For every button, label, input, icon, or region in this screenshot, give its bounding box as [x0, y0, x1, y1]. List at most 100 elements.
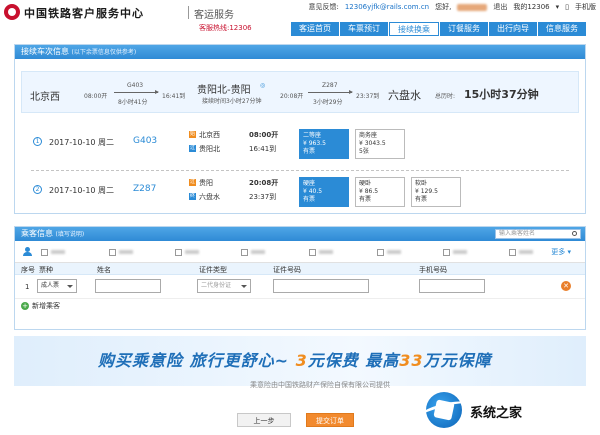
passenger-checkbox[interactable]: [443, 249, 450, 256]
phone-input[interactable]: [419, 279, 485, 293]
passenger-checkbox[interactable]: [41, 249, 48, 256]
passenger-checkbox[interactable]: [509, 249, 516, 256]
seat-name: 硬卧: [359, 180, 372, 187]
watermark-logo-icon: [426, 392, 462, 428]
row1-date: 2017-10-10 周二: [49, 138, 115, 147]
seat-avail: 5张: [359, 148, 369, 155]
site-header: 中国铁路客户服务中心 客运服务 意见反馈: 12306yjfk@rails.co…: [0, 0, 600, 22]
col-name: 姓名: [97, 266, 111, 274]
nav-meal[interactable]: 订餐服务: [440, 22, 488, 36]
col-id-type: 证件类型: [199, 266, 227, 274]
watermark-text: 系统之家: [470, 406, 523, 421]
nav-booking[interactable]: 车票预订: [340, 22, 388, 36]
passenger-checkbox[interactable]: [175, 249, 182, 256]
nav-transfer[interactable]: 接续换乘: [389, 22, 439, 36]
id-type-select[interactable]: 二代身份证: [197, 279, 251, 293]
row2-date: 2017-10-10 周二: [49, 186, 115, 195]
end-station-icon: 终: [189, 193, 196, 200]
passenger-panel-header: 乘客信息 (填写说明) 输入乘客姓名: [15, 227, 585, 241]
passenger-name-blurred: [319, 250, 333, 254]
passenger-name-blurred: [387, 250, 401, 254]
seat-price: ¥ 40.5: [303, 188, 323, 195]
remove-passenger-icon[interactable]: ✕: [561, 281, 571, 291]
seat-option-soft-sleeper[interactable]: 软卧 ¥ 129.5 有票: [411, 177, 461, 207]
table-row: 1 成人票 二代身份证 ✕: [15, 275, 585, 299]
nav-info[interactable]: 信息服务: [538, 22, 586, 36]
previous-step-button[interactable]: 上一步: [237, 413, 291, 427]
hotline: 客服热线:12306: [199, 24, 252, 32]
summary-train1: G403: [127, 82, 144, 89]
main-nav: 客运首页 车票预订 接续换乘 订餐服务 出行向导 信息服务: [290, 22, 586, 36]
row2-to-station: 六盘水: [199, 193, 220, 201]
user-icon: [23, 247, 32, 256]
seat-price: ¥ 963.5: [303, 140, 326, 147]
transfer-title: 接续车次信息: [21, 47, 69, 56]
passenger-panel: 乘客信息 (填写说明) 输入乘客姓名 更多 ▾ 序号 票种 姓名 证件类型 证件…: [14, 226, 586, 330]
nav-guide[interactable]: 出行向导: [489, 22, 537, 36]
summary-total: 15小时37分钟: [464, 88, 539, 101]
passenger-hint-link[interactable]: (填写说明): [56, 231, 85, 238]
id-number-input[interactable]: [273, 279, 369, 293]
more-passengers-link[interactable]: 更多 ▾: [551, 247, 571, 257]
title-divider: [188, 6, 189, 19]
nav-home[interactable]: 客运首页: [291, 22, 339, 36]
passenger-title: 乘客信息: [21, 229, 53, 238]
start-station-icon: 过: [189, 179, 196, 186]
passenger-table: 序号 票种 姓名 证件类型 证件号码 手机号码 1 成人票 二代身份证 ✕ + …: [15, 263, 585, 313]
seat-name: 商务座: [359, 132, 378, 139]
railway-logo-icon[interactable]: [4, 4, 20, 20]
ticket-type-select[interactable]: 成人票: [37, 279, 77, 293]
row1-from-station: 北京西: [199, 131, 220, 139]
seat-option-second-class[interactable]: 二等座 ¥ 963.5 有票: [299, 129, 349, 159]
mobile-link[interactable]: 手机版: [575, 2, 596, 12]
name-input[interactable]: [95, 279, 161, 293]
feedback-label: 意见反馈:: [308, 3, 339, 11]
table-header: 序号 票种 姓名 证件类型 证件号码 手机号码: [15, 263, 585, 275]
row-index: 1: [25, 283, 30, 291]
transfer-panel: 接续车次信息 (以下余票信息仅供参考) 北京西 08:00开 G403 8小时4…: [14, 44, 586, 214]
seat-price: ¥ 3043.5: [359, 140, 386, 147]
map-pin-icon: ◎: [260, 82, 266, 89]
my12306-link[interactable]: 我的12306: [513, 2, 549, 12]
search-placeholder: 输入乘客姓名: [499, 230, 536, 237]
summary-arr2: 23:37到: [356, 93, 380, 100]
row1-to-time: 16:41到: [249, 145, 277, 153]
pass-station-icon: 过: [189, 145, 196, 152]
seat-avail: 有票: [415, 196, 428, 203]
seat-option-business-class[interactable]: 商务座 ¥ 3043.5 5张: [355, 129, 405, 159]
seat-option-hard-seat[interactable]: 硬座 ¥ 40.5 有票: [299, 177, 349, 207]
passenger-checkbox[interactable]: [241, 249, 248, 256]
chevron-down-icon: ▾: [567, 248, 571, 256]
username-blurred: [457, 3, 488, 11]
passenger-search-input[interactable]: 输入乘客姓名: [495, 229, 581, 239]
summary-dur1: 8小时41分: [118, 99, 148, 106]
col-index: 序号: [21, 266, 35, 274]
insurance-banner[interactable]: 购买乘意险 旅行更舒心~ 3元保费 最高33万元保障: [14, 336, 586, 386]
logout-link[interactable]: 退出: [493, 2, 507, 12]
route-summary: 北京西 08:00开 G403 8小时41分 16:41到 贵阳北-贵阳 ◎ 接…: [21, 71, 579, 113]
row2-train-link[interactable]: Z287: [133, 184, 156, 194]
seat-name: 软卧: [415, 180, 428, 187]
seat-option-hard-sleeper[interactable]: 硬卧 ¥ 86.5 有票: [355, 177, 405, 207]
summary-train2: Z287: [322, 82, 338, 89]
add-passenger-button[interactable]: + 新增乘客: [21, 301, 60, 311]
passenger-checkbox[interactable]: [377, 249, 384, 256]
passenger-name-blurred: [453, 250, 467, 254]
summary-dep-time: 08:00开: [84, 93, 108, 100]
submit-order-button[interactable]: 提交订单: [306, 413, 354, 427]
passenger-checkbox[interactable]: [109, 249, 116, 256]
passenger-name-blurred: [251, 250, 265, 254]
passenger-checkbox[interactable]: [309, 249, 316, 256]
chevron-down-icon[interactable]: ▾: [556, 3, 560, 11]
row2-from-station: 贵阳: [199, 179, 213, 187]
row-index-1: 1: [33, 137, 42, 146]
summary-to: 六盘水: [388, 89, 421, 102]
feedback-email-link[interactable]: 12306yjfk@rails.com.cn: [345, 3, 429, 11]
train-row-2: 2 2017-10-10 周二 Z287 过 贵阳 20:08开 终 六盘水 2…: [21, 175, 579, 215]
site-title: 中国铁路客户服务中心: [24, 7, 144, 20]
train-row-1: 1 2017-10-10 周二 G403 始 北京西 08:00开 过 贵阳北 …: [21, 127, 579, 167]
summary-transfer-station: 贵阳北-贵阳: [197, 85, 251, 96]
watermark: 系统之家: [396, 388, 596, 434]
search-icon[interactable]: [572, 231, 577, 236]
row1-train-link[interactable]: G403: [133, 136, 157, 146]
